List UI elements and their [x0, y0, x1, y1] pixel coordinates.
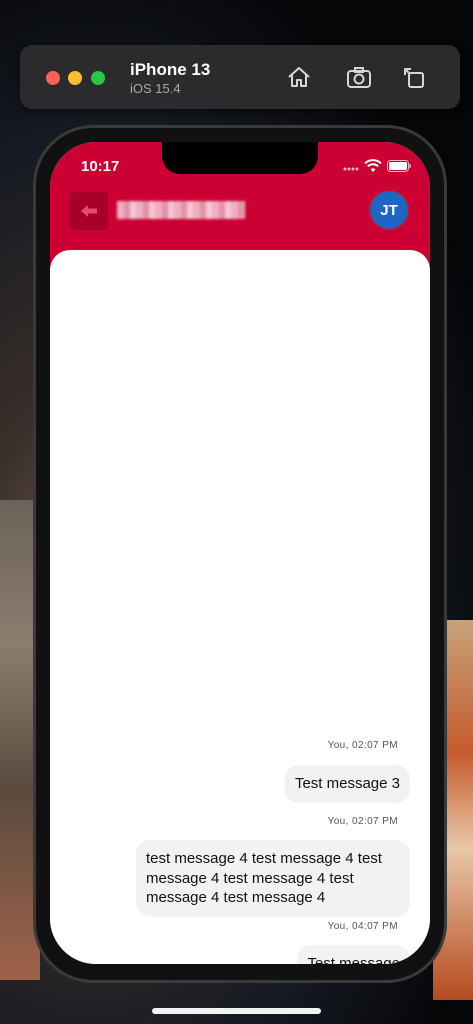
simulator-toolbar: iPhone 13 iOS 15.4 [20, 45, 460, 109]
close-window-button[interactable] [46, 71, 60, 85]
rotate-icon[interactable] [400, 63, 428, 91]
avatar[interactable]: JT [370, 191, 408, 229]
cellular-icon [343, 167, 359, 171]
minimize-window-button[interactable] [68, 71, 82, 85]
notch [162, 142, 318, 174]
status-time: 10:17 [81, 158, 120, 175]
message-bubble[interactable]: Test message [297, 945, 410, 964]
screenshot-icon[interactable] [345, 63, 373, 91]
os-version: iOS 15.4 [130, 81, 181, 96]
contact-name-redacted [117, 201, 245, 219]
simulator-window: iPhone 13 iOS 15.4 10:17 JT You, 02:07 P… [0, 0, 473, 1024]
back-button[interactable] [70, 192, 108, 230]
arrow-left-icon [81, 205, 97, 217]
message-meta: You, 04:07 PM [327, 921, 398, 932]
zoom-window-button[interactable] [91, 71, 105, 85]
mac-home-bar [152, 1008, 321, 1014]
message-meta: You, 02:07 PM [327, 740, 398, 751]
message-bubble[interactable]: test message 4 test message 4 test messa… [136, 840, 410, 917]
message-list: You, 02:07 PM Test message 3 You, 02:07 … [50, 250, 430, 964]
device-name: iPhone 13 [130, 60, 211, 79]
message-meta: You, 02:07 PM [327, 816, 398, 827]
home-icon[interactable] [285, 63, 313, 91]
wifi-icon [364, 159, 382, 172]
battery-icon [387, 160, 411, 172]
app-screen: 10:17 JT You, 02:07 PM Test message 3 Yo… [50, 142, 430, 964]
message-bubble[interactable]: Test message 3 [284, 765, 410, 803]
